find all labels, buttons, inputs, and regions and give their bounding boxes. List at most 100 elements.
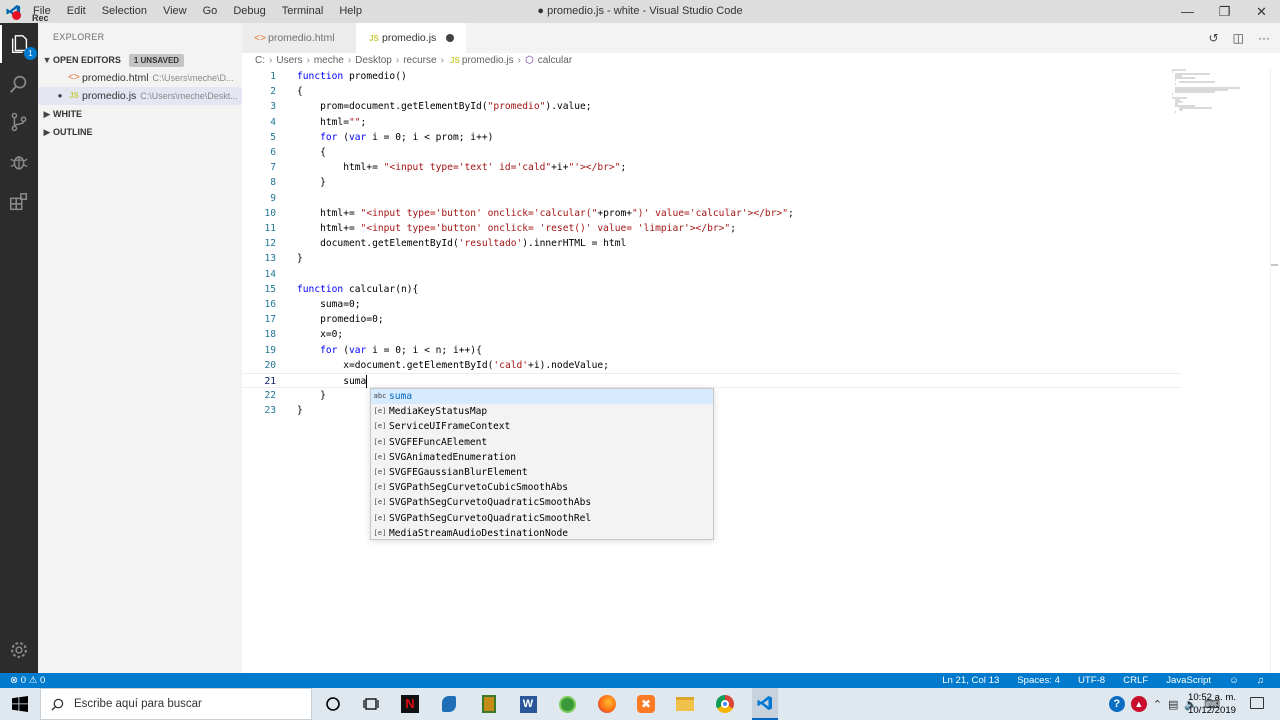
suggestion-item[interactable]: [e] MediaStreamAudioDestinationNode [371, 526, 713, 541]
feedback-icon[interactable]: ☺ [1229, 673, 1239, 688]
line-code[interactable]: x=document.getElementById('cald'+i).node… [297, 358, 609, 373]
line-code[interactable]: { [297, 145, 326, 160]
explorer-button[interactable]: 1 [0, 25, 38, 63]
netflix-icon[interactable]: N [399, 694, 421, 714]
suggestion-item[interactable]: abc suma [371, 389, 713, 405]
suggestion-item[interactable]: [e] SVGAnimatedEnumeration [371, 450, 713, 465]
menu-help[interactable]: Help [331, 0, 370, 23]
open-changes-icon[interactable]: ↺ [1209, 31, 1219, 45]
task-view-icon[interactable] [360, 694, 382, 714]
menu-edit[interactable]: Edit [59, 0, 94, 23]
code-line[interactable]: 10 html+= "<input type='button' onclick=… [242, 206, 1182, 221]
line-code[interactable]: } [297, 403, 303, 418]
line-code[interactable]: html+= "<input type='button' onclick='ca… [297, 206, 794, 221]
code-line[interactable]: 1 function promedio() [242, 69, 1182, 84]
line-code[interactable]: for (var i = 0; i < prom; i++) [297, 130, 493, 145]
menu-file[interactable]: File [25, 0, 59, 23]
firefox-icon[interactable] [596, 694, 618, 714]
code-line[interactable]: 11 html+= "<input type='button' onclick=… [242, 221, 1182, 236]
code-line[interactable]: 14 [242, 267, 1182, 282]
search-button[interactable] [0, 65, 38, 103]
code-editor[interactable]: 1 function promedio() 2{3 prom=document.ge… [242, 68, 1280, 673]
line-code[interactable]: html+= "<input type='text' id='cald"+i+"… [297, 160, 626, 175]
menu-go[interactable]: Go [195, 0, 226, 23]
code-line[interactable]: 9 [242, 191, 1182, 206]
line-code[interactable]: html+= "<input type='button' onclick= 'r… [297, 221, 736, 236]
suggestion-item[interactable]: [e] SVGPathSegCurvetoCubicSmoothAbs [371, 480, 713, 495]
folder-icon[interactable] [674, 694, 696, 714]
breadcrumb-item[interactable]: promedio.js [462, 55, 514, 66]
line-code[interactable]: { [297, 84, 303, 99]
language-mode[interactable]: JavaScript [1166, 673, 1211, 688]
suggestion-item[interactable]: [e] SVGFEFuncAElement [371, 435, 713, 450]
breadcrumb-item[interactable]: calcular [538, 55, 572, 66]
code-line[interactable]: 7 html+= "<input type='text' id='cald"+i… [242, 160, 1182, 175]
menu-selection[interactable]: Selection [94, 0, 155, 23]
breadcrumb-item[interactable]: C: [255, 55, 265, 66]
restore-button[interactable]: ❐ [1206, 0, 1243, 23]
cortana-icon[interactable] [322, 694, 344, 714]
cursor-position[interactable]: Ln 21, Col 13 [942, 673, 999, 688]
open-editor-item-js[interactable]: ● JS promedio.js C:\Users\meche\Deskt... [38, 87, 242, 105]
line-code[interactable]: suma=0; [297, 297, 360, 312]
antivirus-icon[interactable]: ▲ [1130, 696, 1147, 712]
problems-indicator[interactable]: ⊗ 0 ⚠ 0 [10, 673, 45, 688]
code-line[interactable]: 2{ [242, 84, 1182, 99]
tab-promedio-html[interactable]: <> promedio.html [242, 23, 356, 53]
line-code[interactable]: function calcular(n){ [297, 282, 418, 297]
code-line[interactable]: 20 x=document.getElementById('cald'+i).n… [242, 358, 1182, 373]
line-code[interactable]: html=""; [297, 115, 366, 130]
line-code[interactable]: function promedio() [297, 69, 407, 84]
app-green-book-icon[interactable] [478, 694, 500, 714]
dirty-dot-icon[interactable]: ● [54, 87, 66, 105]
line-code[interactable]: } [297, 175, 326, 190]
minimize-button[interactable]: — [1169, 0, 1206, 23]
open-editors-section[interactable]: ▼ OPEN EDITORS 1 UNSAVED [38, 51, 242, 69]
tab-promedio-js[interactable]: JS promedio.js [356, 23, 466, 53]
split-editor-icon[interactable]: ◫ [1233, 31, 1244, 45]
open-editor-item-html[interactable]: <> promedio.html C:\Users\meche\D... [38, 69, 242, 87]
debug-button[interactable] [0, 143, 38, 181]
vertical-scrollbar[interactable] [1270, 68, 1280, 673]
close-button[interactable]: ✕ [1243, 0, 1280, 23]
indentation[interactable]: Spaces: 4 [1017, 673, 1060, 688]
extensions-button[interactable] [0, 183, 38, 221]
xampp-icon[interactable]: ✖ [635, 694, 657, 714]
code-line[interactable]: 19 for (var i = 0; i < n; i++){ [242, 343, 1182, 358]
suggestion-item[interactable]: [e] SVGPathSegCurvetoQuadraticSmoothAbs [371, 495, 713, 510]
bell-icon[interactable]: ♫ [1257, 673, 1264, 688]
more-actions-icon[interactable]: ··· [1258, 31, 1270, 45]
minimap[interactable] [1170, 68, 1270, 118]
outline-section[interactable]: ▶ OUTLINE [38, 123, 242, 141]
line-code[interactable]: promedio=0; [297, 312, 384, 327]
help-icon[interactable]: ? [1108, 696, 1125, 712]
code-line[interactable]: 18 x=0; [242, 327, 1182, 342]
menu-debug[interactable]: Debug [225, 0, 273, 23]
code-line[interactable]: 4 html=""; [242, 115, 1182, 130]
line-code[interactable]: prom=document.getElementById("promedio")… [297, 99, 592, 114]
taskbar-search[interactable]: Escribe aquí para buscar [40, 688, 312, 720]
line-ending[interactable]: CRLF [1123, 673, 1148, 688]
line-code[interactable]: document.getElementById('resultado').inn… [297, 236, 626, 251]
menu-terminal[interactable]: Terminal [274, 0, 332, 23]
unsaved-dot-icon[interactable] [446, 34, 455, 42]
breadcrumb-item[interactable]: recurse [403, 55, 436, 66]
code-line[interactable]: 6 { [242, 145, 1182, 160]
word-icon[interactable]: W [517, 694, 539, 714]
line-code[interactable]: } [297, 388, 326, 403]
code-line[interactable]: 12 document.getElementById('resultado').… [242, 236, 1182, 251]
line-code[interactable]: for (var i = 0; i < n; i++){ [297, 343, 482, 358]
suggestion-item[interactable]: [e] SVGFEGaussianBlurElement [371, 465, 713, 480]
source-control-button[interactable] [0, 103, 38, 141]
suggestion-item[interactable]: [e] ServiceUIFrameContext [371, 419, 713, 434]
suggestion-item[interactable]: [e] MediaKeyStatusMap [371, 404, 713, 419]
line-code[interactable]: x=0; [297, 327, 343, 342]
code-line[interactable]: 13} [242, 251, 1182, 266]
chevron-up-icon[interactable]: ⌃ [1153, 698, 1162, 711]
line-code[interactable]: } [297, 251, 303, 266]
manage-button[interactable] [0, 631, 38, 669]
network-icon[interactable]: ▤ [1168, 698, 1178, 711]
app-green-circle-icon[interactable] [556, 694, 578, 714]
code-line[interactable]: 5 for (var i = 0; i < prom; i++) [242, 130, 1182, 145]
menu-view[interactable]: View [155, 0, 195, 23]
